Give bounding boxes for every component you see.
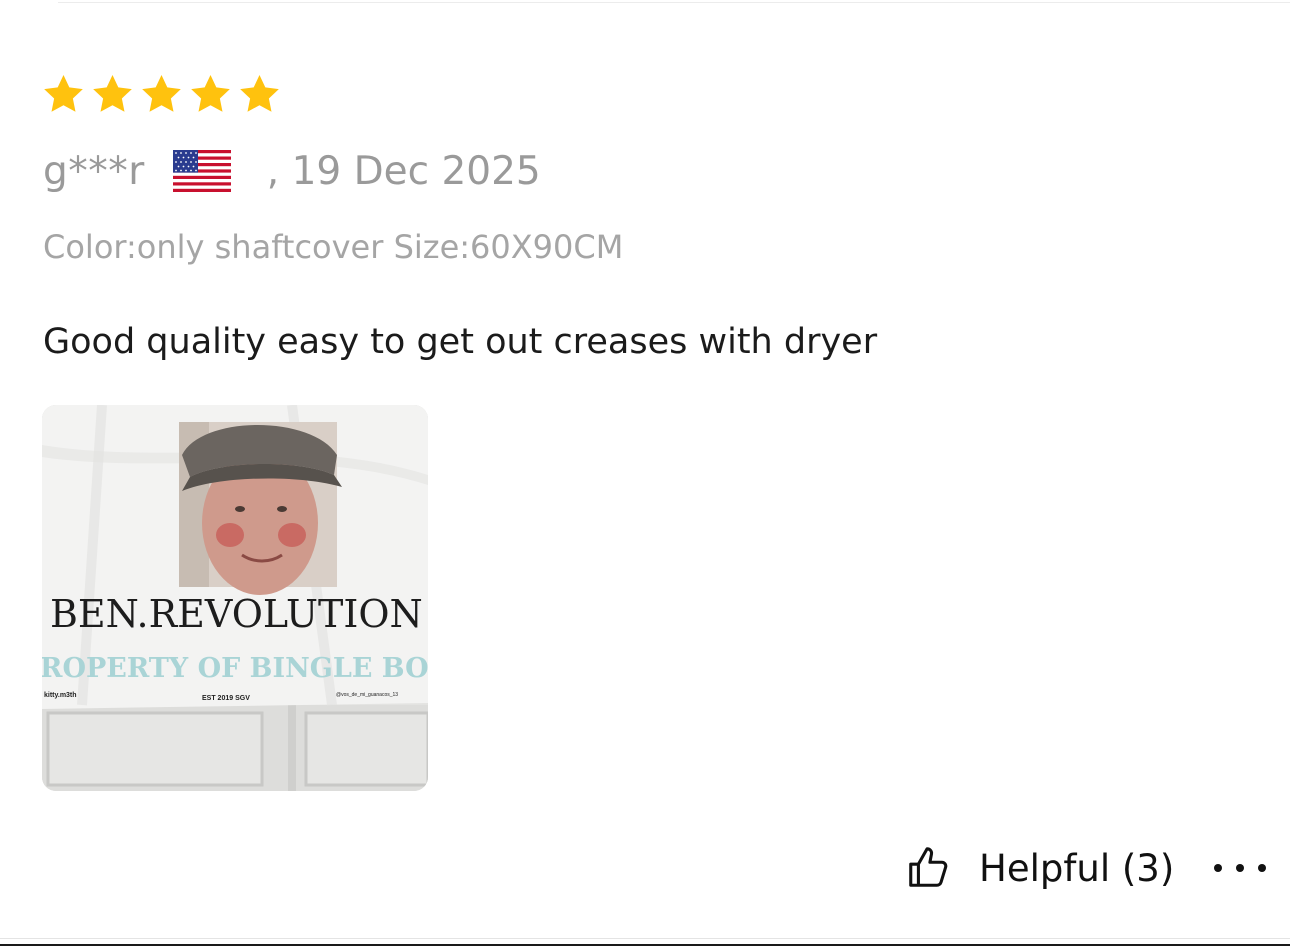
helpful-button[interactable]: Helpful (3) <box>979 847 1174 890</box>
banner-center-tag: EST 2019 SGV <box>202 695 250 702</box>
review-photo-image: BEN.REVOLUTION ROPERTY OF BINGLE BO kitt… <box>42 405 428 791</box>
more-dot <box>1258 864 1267 872</box>
us-flag-icon <box>172 150 231 192</box>
top-divider <box>58 2 1290 3</box>
review-date: , 19 Dec 2025 <box>266 148 541 194</box>
banner-subtitle: ROPERTY OF BINGLE BO <box>42 653 428 684</box>
review-card: g***r , 19 Dec 2025 Color:only shaftcove… <box>0 0 1290 946</box>
more-dot <box>1236 864 1245 872</box>
banner-right-tag: @vos_de_mi_guanacos_13 <box>336 692 398 698</box>
more-dot <box>1214 864 1223 872</box>
star-icon <box>191 75 230 112</box>
more-options-icon[interactable] <box>1214 848 1267 888</box>
review-text: Good quality easy to get out creases wit… <box>43 322 878 362</box>
thumbs-up-icon[interactable] <box>905 845 951 891</box>
star-icon <box>240 75 279 112</box>
star-rating <box>41 72 282 117</box>
star-icon <box>93 75 132 112</box>
banner-left-tag: kitty.m3th <box>44 692 77 699</box>
banner-title: BEN.REVOLUTION <box>50 592 423 636</box>
sku-info: Color:only shaftcover Size:60X90CM <box>43 228 624 266</box>
review-photo[interactable]: BEN.REVOLUTION ROPERTY OF BINGLE BO kitt… <box>42 405 428 791</box>
star-icon <box>142 75 181 112</box>
review-actions: Helpful (3) <box>905 840 1267 896</box>
star-icon <box>44 75 83 112</box>
reviewer-meta: g***r , 19 Dec 2025 <box>43 146 541 196</box>
reviewer-name: g***r <box>43 148 145 194</box>
